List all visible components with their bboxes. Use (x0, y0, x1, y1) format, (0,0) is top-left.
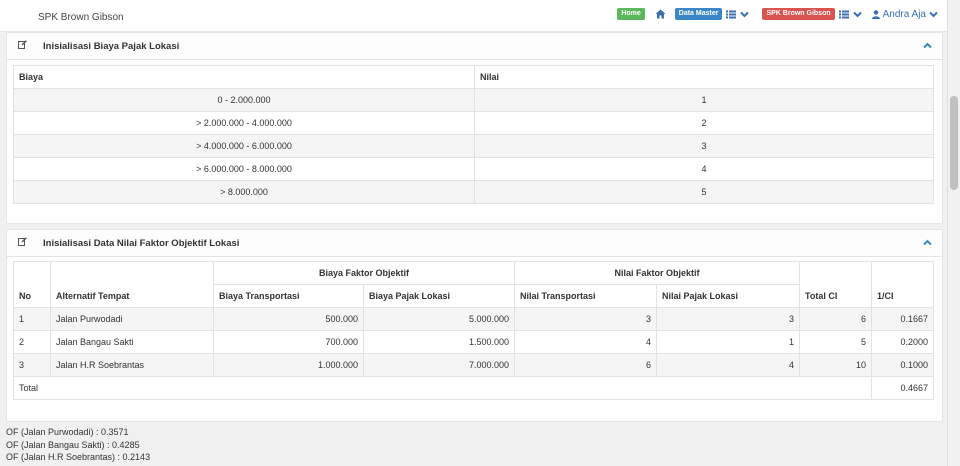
cell-biaya-transport: 500.000 (213, 307, 364, 331)
of-result-line: OF (Jalan H.R Soebrantas) : 0.2143 (6, 452, 151, 462)
of-results: OF (Jalan Purwodadi) : 0.3571 OF (Jalan … (6, 426, 150, 464)
faktor-objektif-table: No Alternatif Tempat Biaya Faktor Objekt… (13, 261, 934, 400)
table-row: > 2.000.000 - 4.000.000 2 (13, 111, 934, 135)
chevron-up-icon[interactable] (923, 42, 932, 49)
cell-biaya-transport: 700.000 (213, 330, 364, 354)
list-icon[interactable] (838, 10, 849, 19)
cell-alternatif: Jalan Bangau Sakti (50, 330, 214, 354)
cell-biaya-pajak: 1.500.000 (363, 330, 515, 354)
cell-nilai-transport: 4 (514, 330, 657, 354)
cell-nilai-pajak: 1 (656, 330, 800, 354)
table-row: 3 Jalan H.R Soebrantas 1.000.000 7.000.0… (13, 353, 934, 377)
cell-alternatif: Jalan H.R Soebrantas (50, 353, 214, 377)
col-header-total-ci: Total CI (799, 261, 872, 308)
col-group-nilai: Nilai Faktor Objektif (514, 261, 800, 285)
user-icon (871, 9, 880, 19)
user-name: Andra Aja (882, 8, 926, 20)
cell-biaya-pajak: 5.000.000 (363, 307, 515, 331)
cell-total-ci: 5 (799, 330, 872, 354)
spk-menu[interactable]: SPK Brown Gibson (762, 8, 835, 20)
table-row: > 8.000.000 5 (13, 180, 934, 204)
col-header-nilai-pajak: Nilai Pajak Lokasi (656, 284, 800, 308)
cell-nilai: 3 (474, 134, 934, 158)
col-header-inv-ci: 1/CI (871, 261, 934, 308)
cell-total-ci: 10 (799, 353, 872, 377)
page-scrollbar[interactable] (947, 0, 960, 466)
cell-nilai-transport: 3 (514, 307, 657, 331)
cell-nilai-transport: 6 (514, 353, 657, 377)
table-row: > 4.000.000 - 6.000.000 3 (13, 134, 934, 158)
cell-biaya: 0 - 2.000.000 (13, 88, 475, 112)
edit-icon (18, 40, 27, 49)
col-header-biaya-transport: Biaya Transportasi (213, 284, 364, 308)
col-header-alternatif: Alternatif Tempat (50, 261, 214, 308)
cell-inv-ci: 0.1000 (871, 353, 934, 377)
cell-nilai-pajak: 4 (656, 353, 800, 377)
col-header-no: No (13, 261, 51, 308)
nav-right: Home Data Master SPK Brown Gibson Andra … (617, 8, 938, 20)
col-header-nilai: Nilai (474, 65, 934, 89)
top-navbar: SPK Brown Gibson Home Data Master SPK Br… (0, 0, 948, 32)
cell-alternatif: Jalan Purwodadi (50, 307, 214, 331)
widget-header: Inisialisasi Data Nilai Faktor Objektif … (7, 230, 942, 257)
chevron-down-icon[interactable] (852, 11, 862, 18)
chevron-up-icon[interactable] (923, 239, 932, 246)
widget-header: Inisialisasi Biaya Pajak Lokasi (7, 33, 942, 60)
cell-nilai: 4 (474, 157, 934, 181)
cell-inv-ci: 0.2000 (871, 330, 934, 354)
table-row: 2 Jalan Bangau Sakti 700.000 1.500.000 4… (13, 330, 934, 354)
edit-icon (18, 237, 27, 246)
cell-biaya: > 6.000.000 - 8.000.000 (13, 157, 475, 181)
col-header-nilai-transport: Nilai Transportasi (514, 284, 657, 308)
of-result-line: OF (Jalan Bangau Sakti) : 0.4285 (6, 439, 140, 450)
cell-nilai: 5 (474, 180, 934, 204)
col-header-biaya: Biaya (13, 65, 475, 89)
cell-inv-ci: 0.1667 (871, 307, 934, 331)
table-row-total: Total 0.4667 (13, 376, 934, 400)
cell-total-ci: 6 (799, 307, 872, 331)
chevron-down-icon[interactable] (740, 11, 750, 18)
cell-biaya: > 4.000.000 - 6.000.000 (13, 134, 475, 158)
scrollbar-thumb[interactable] (950, 96, 958, 190)
of-result-line: OF (Jalan Purwodadi) : 0.3571 (6, 427, 129, 437)
cell-nilai: 2 (474, 111, 934, 135)
biaya-pajak-table: Biaya Nilai 0 - 2.000.000 1 > 2.000.000 … (13, 65, 934, 204)
cell-nilai: 1 (474, 88, 934, 112)
table-row: 1 Jalan Purwodadi 500.000 5.000.000 3 3 … (13, 307, 934, 331)
col-header-biaya-pajak: Biaya Pajak Lokasi (363, 284, 515, 308)
cell-biaya: > 2.000.000 - 4.000.000 (13, 111, 475, 135)
cell-nilai-pajak: 3 (656, 307, 800, 331)
table-row: 0 - 2.000.000 1 (13, 88, 934, 112)
cell-biaya-transport: 1.000.000 (213, 353, 364, 377)
widget-title: Inisialisasi Data Nilai Faktor Objektif … (43, 238, 240, 249)
cell-total-value: 0.4667 (871, 376, 934, 400)
data-master-menu[interactable]: Data Master (674, 8, 723, 20)
cell-no: 2 (13, 330, 51, 354)
table-row: > 6.000.000 - 8.000.000 4 (13, 157, 934, 181)
cell-total-label: Total (13, 376, 872, 400)
cell-biaya-pajak: 7.000.000 (363, 353, 515, 377)
cell-no: 3 (13, 353, 51, 377)
widget-title: Inisialisasi Biaya Pajak Lokasi (43, 41, 180, 52)
chevron-down-icon (929, 11, 938, 17)
user-menu[interactable]: Andra Aja (871, 8, 938, 20)
col-group-biaya: Biaya Faktor Objektif (213, 261, 515, 285)
cell-no: 1 (13, 307, 51, 331)
home-icon[interactable] (655, 9, 666, 19)
home-button[interactable]: Home (617, 8, 645, 20)
cell-biaya: > 8.000.000 (13, 180, 475, 204)
brand-title[interactable]: SPK Brown Gibson (38, 12, 124, 23)
list-icon[interactable] (726, 10, 737, 19)
